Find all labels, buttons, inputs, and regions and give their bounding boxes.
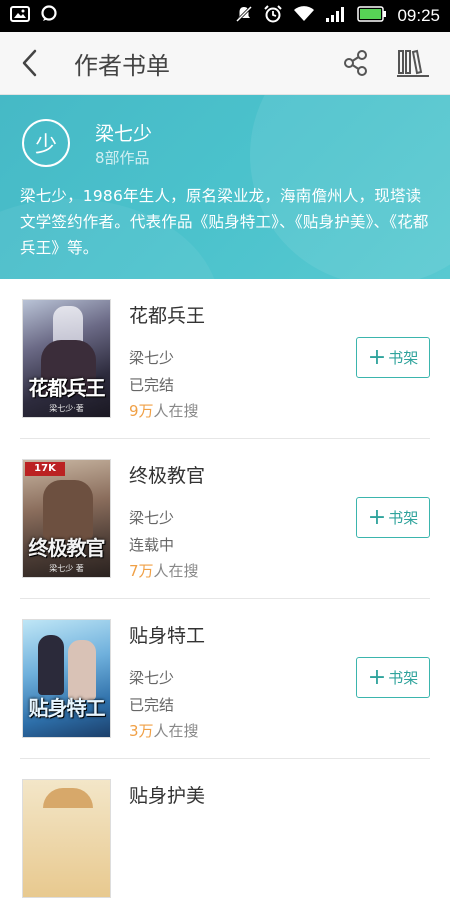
mute-icon — [235, 5, 253, 27]
title-bar: 作者书单 — [0, 32, 450, 95]
book-item[interactable]: 贴身护美 — [20, 759, 430, 918]
share-button[interactable] — [330, 32, 382, 94]
cover-author: 梁七少·著 — [49, 404, 84, 413]
book-author: 梁七少 — [129, 509, 175, 527]
message-icon — [40, 5, 58, 27]
add-to-shelf-button[interactable]: + 书架 — [356, 657, 430, 698]
book-item[interactable]: 贴身特工 贴身特工 梁七少 已完结 3万人在搜 + 书架 — [20, 599, 430, 759]
book-author: 梁七少 — [129, 669, 175, 687]
plus-icon: + — [367, 504, 387, 530]
signal-icon — [325, 6, 347, 26]
cover-author: 梁七少 著 — [49, 564, 84, 573]
book-cover[interactable]: 贴身特工 — [22, 619, 111, 738]
page-title: 作者书单 — [74, 51, 170, 80]
avatar: 少 — [22, 119, 70, 167]
book-title: 贴身护美 — [129, 785, 206, 807]
wifi-icon — [293, 5, 315, 27]
book-title: 花都兵王 — [129, 305, 206, 327]
search-suffix: 人在搜 — [153, 722, 199, 740]
search-count: 3万人在搜 — [129, 720, 199, 741]
share-icon — [344, 50, 367, 76]
plus-icon: + — [367, 664, 387, 690]
status-bar: 09:25 — [0, 0, 450, 32]
search-suffix: 人在搜 — [153, 562, 199, 580]
book-title: 贴身特工 — [129, 625, 206, 647]
bookshelf-button[interactable] — [382, 32, 444, 94]
search-count: 7万人在搜 — [129, 560, 199, 581]
search-number: 3万 — [129, 722, 154, 740]
add-to-shelf-label: 书架 — [388, 349, 419, 367]
cover-title: 贴身特工 — [28, 696, 106, 720]
book-cover[interactable]: 花都兵王 梁七少·著 — [22, 299, 111, 418]
book-cover[interactable] — [22, 779, 111, 898]
chevron-left-icon — [22, 49, 37, 77]
plus-icon: + — [367, 344, 387, 370]
cover-title: 花都兵王 — [28, 376, 106, 400]
works-count: 8部作品 — [95, 149, 150, 167]
add-to-shelf-button[interactable]: + 书架 — [356, 497, 430, 538]
battery-icon — [357, 6, 387, 26]
bookshelf-icon — [397, 49, 429, 77]
back-button[interactable] — [0, 32, 60, 94]
search-number: 9万 — [129, 402, 154, 420]
add-to-shelf-label: 书架 — [388, 509, 419, 527]
add-to-shelf-button[interactable]: + 书架 — [356, 337, 430, 378]
book-status: 已完结 — [129, 696, 175, 714]
book-item[interactable]: 花都兵王 梁七少·著 花都兵王 梁七少 已完结 9万人在搜 + 书架 — [20, 279, 430, 439]
book-list: 花都兵王 梁七少·著 花都兵王 梁七少 已完结 9万人在搜 + 书架 17K 终极… — [0, 279, 450, 918]
alarm-icon — [263, 4, 283, 28]
book-cover[interactable]: 17K 终极教官 梁七少 著 — [22, 459, 111, 578]
book-status: 连载中 — [129, 536, 175, 554]
search-suffix: 人在搜 — [153, 402, 199, 420]
clock-time: 09:25 — [397, 6, 440, 25]
author-description: 梁七少，1986年生人，原名梁业龙，海南儋州人，现塔读文学签约作者。代表作品《贴… — [20, 187, 429, 257]
cover-title: 终极教官 — [28, 536, 106, 560]
book-title: 终极教官 — [129, 465, 206, 487]
author-panel: 少 梁七少 8部作品 梁七少，1986年生人，原名梁业龙，海南儋州人，现塔读文学… — [0, 95, 450, 279]
image-icon — [10, 5, 30, 27]
book-item[interactable]: 17K 终极教官 梁七少 著 终极教官 梁七少 连载中 7万人在搜 + 书架 — [20, 439, 430, 599]
book-status: 已完结 — [129, 376, 175, 394]
author-name: 梁七少 — [95, 123, 153, 145]
search-count: 9万人在搜 — [129, 400, 199, 421]
book-author: 梁七少 — [129, 349, 175, 367]
add-to-shelf-label: 书架 — [388, 669, 419, 687]
search-number: 7万 — [129, 562, 154, 580]
